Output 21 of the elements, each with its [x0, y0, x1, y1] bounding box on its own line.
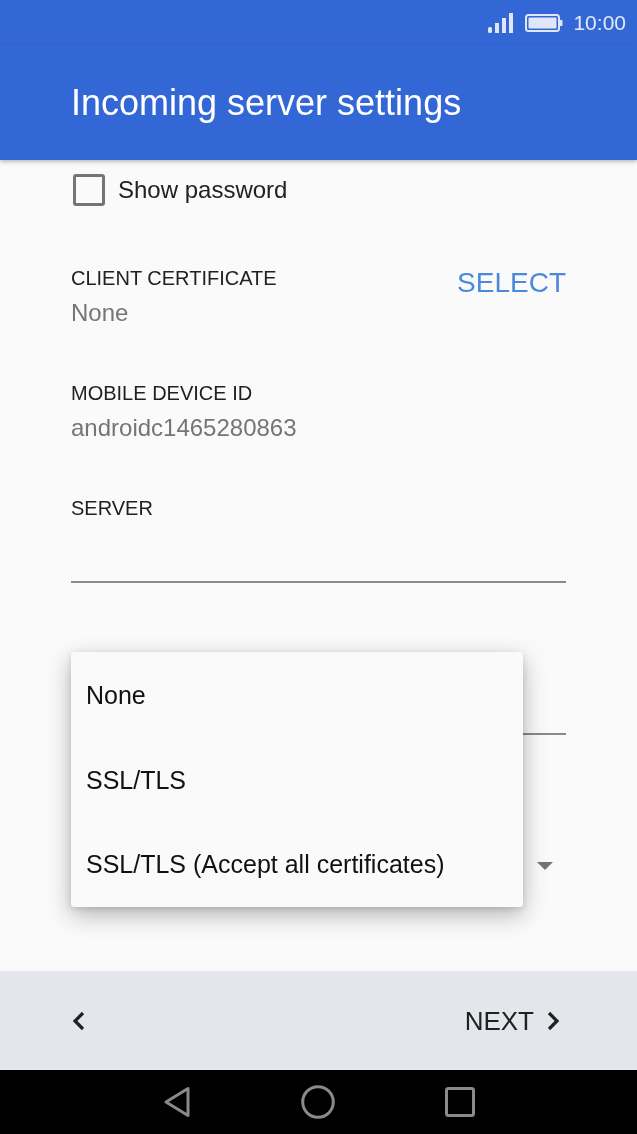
menu-option[interactable]: SSL/TLS (Accept all certificates) [71, 822, 523, 907]
checkbox[interactable] [73, 174, 105, 206]
dropdown-arrow-icon[interactable] [537, 862, 553, 870]
field-label: MOBILE DEVICE ID [71, 381, 253, 405]
field-value: androidc1465280863 [71, 413, 297, 443]
screen-title: Incoming server settings [71, 80, 462, 125]
recents-square-icon[interactable] [444, 1087, 475, 1117]
field-label: CLIENT CERTIFICATE [71, 266, 277, 290]
back-triangle-icon[interactable] [162, 1086, 191, 1118]
chevron-right-icon [546, 1009, 560, 1032]
field-value: None [71, 298, 129, 328]
checkbox-label: Show password [118, 175, 288, 205]
battery-icon [525, 13, 564, 32]
chevron-left-icon [72, 1009, 86, 1032]
menu-option[interactable]: SSL/TLS [71, 737, 523, 823]
clock-time: 10:00 [573, 10, 626, 35]
field-label: SERVER [71, 496, 153, 520]
signal-icon [488, 12, 516, 33]
next-button[interactable]: NEXT [458, 993, 566, 1048]
menu-option[interactable]: None [71, 653, 523, 738]
home-circle-icon[interactable] [300, 1085, 335, 1119]
